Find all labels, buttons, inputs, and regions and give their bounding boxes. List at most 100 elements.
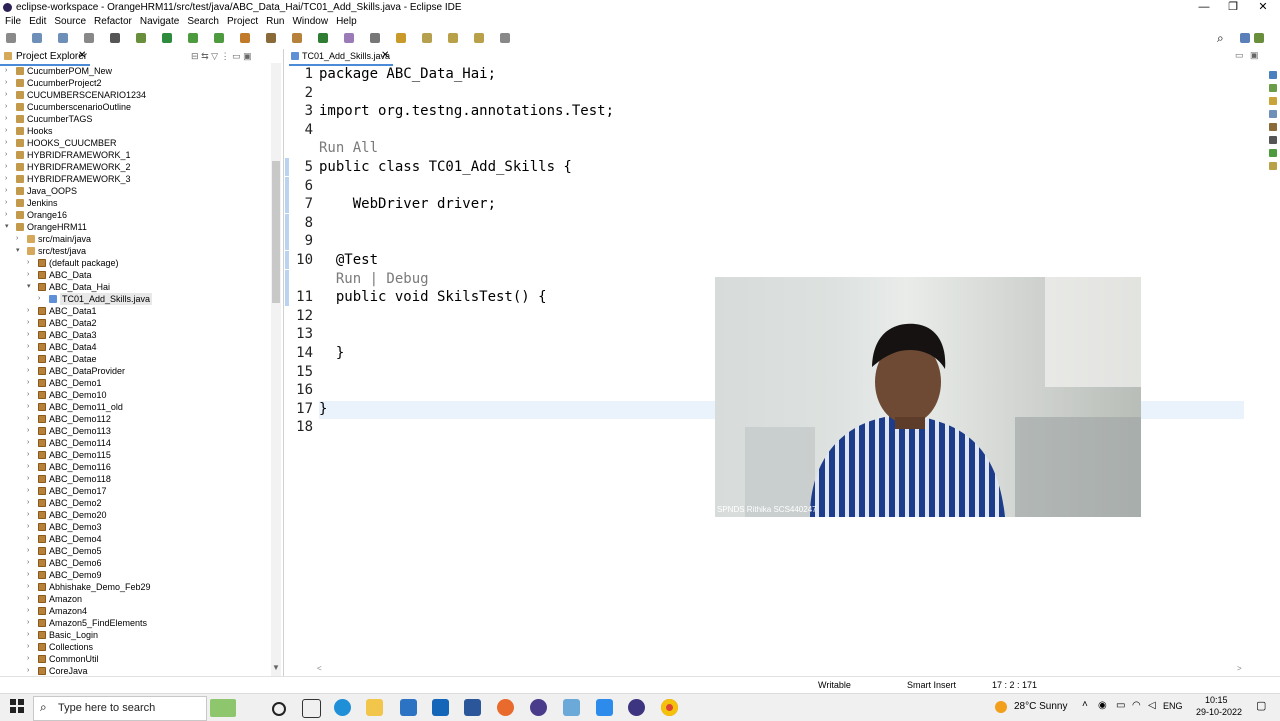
firefox-icon[interactable] [497,699,514,716]
tree-item[interactable]: › HYBRIDFRAMEWORK_3 [0,173,270,185]
forward-icon[interactable] [474,33,484,43]
new-package-icon[interactable] [292,33,302,43]
quick-access-search-icon[interactable]: ⌕ [1217,31,1224,46]
menu-source[interactable]: Source [54,15,86,29]
expand-arrow-icon[interactable]: › [38,293,45,305]
tree-item[interactable]: › ABC_Demo115 [0,449,270,461]
tree-item[interactable]: › ABC_Demo9 [0,569,270,581]
expand-arrow-icon[interactable]: › [5,113,12,125]
expand-arrow-icon[interactable]: › [27,617,34,629]
tree-item[interactable]: › ABC_Demo3 [0,521,270,533]
tree-item[interactable]: › Collections [0,641,270,653]
search-results-icon[interactable] [1269,162,1277,170]
menu-file[interactable]: File [5,15,21,29]
expand-arrow-icon[interactable]: › [5,209,12,221]
expand-arrow-icon[interactable]: › [27,389,34,401]
clock-date[interactable]: 29-10-2022 [1196,707,1242,717]
tree-item[interactable]: › Orange16 [0,209,270,221]
tree-item[interactable]: › ABC_Data2 [0,317,270,329]
tree-item[interactable]: › Amazon [0,593,270,605]
tray-chevron-icon[interactable]: ˄ [1082,699,1088,710]
cortana-icon[interactable] [272,702,286,716]
link-editor-icon[interactable]: ⇆ [201,51,209,61]
expand-arrow-icon[interactable]: › [27,641,34,653]
expand-arrow-icon[interactable]: › [5,125,12,137]
clock-time[interactable]: 10:15 [1205,695,1228,705]
expand-arrow-icon[interactable]: › [27,377,34,389]
expand-arrow-icon[interactable]: › [27,257,34,269]
external-tools-icon[interactable] [240,33,250,43]
expand-arrow-icon[interactable]: › [27,581,34,593]
tree-item[interactable]: ▾ ABC_Data_Hai [0,281,270,293]
tree-item[interactable]: › ABC_Data [0,269,270,281]
expand-arrow-icon[interactable]: › [27,569,34,581]
view-menu-icon[interactable]: ⋮ [221,51,230,61]
language-indicator[interactable]: ENG [1163,701,1183,711]
tree-item[interactable]: › ABC_Data3 [0,329,270,341]
weather-text[interactable]: 28°C Sunny [1014,701,1067,712]
expand-arrow-icon[interactable]: › [27,425,34,437]
menu-navigate[interactable]: Navigate [140,15,179,29]
menu-help[interactable]: Help [336,15,357,29]
terminal-icon[interactable] [110,33,120,43]
back-icon[interactable] [448,33,458,43]
edge-browser-icon[interactable] [334,699,351,716]
tree-item[interactable]: › HYBRIDFRAMEWORK_2 [0,161,270,173]
tree-item[interactable]: › ABC_DataProvider [0,365,270,377]
close-tab-icon[interactable]: ✕ [381,50,389,61]
expand-arrow-icon[interactable]: › [27,401,34,413]
expand-arrow-icon[interactable]: › [27,329,34,341]
scroll-left-icon[interactable]: < [317,664,322,673]
run-config-icon[interactable] [188,33,198,43]
expand-arrow-icon[interactable]: › [27,317,34,329]
expand-arrow-icon[interactable]: › [27,461,34,473]
expand-arrow-icon[interactable]: › [27,605,34,617]
notifications-icon[interactable]: ▢ [1256,699,1266,712]
tree-item[interactable]: › CUCUMBERSCENARIO1234 [0,89,270,101]
expand-arrow-icon[interactable]: › [27,473,34,485]
tree-item[interactable]: › CommonUtil [0,653,270,665]
expand-arrow-icon[interactable]: › [5,185,12,197]
collapse-all-icon[interactable]: ⊟ [191,51,199,61]
tree-item[interactable]: › ABC_Demo11_old [0,401,270,413]
taskbar-search-box[interactable]: ⌕ Type here to search [33,696,236,721]
scroll-down-icon[interactable]: ▼ [272,663,280,672]
expand-arrow-icon[interactable]: › [27,593,34,605]
perspective-java-icon[interactable] [1240,33,1250,43]
tree-item[interactable]: › ABC_Demo113 [0,425,270,437]
perspective-debug-icon[interactable] [1254,33,1264,43]
tree-item[interactable]: › CucumberscenarioOutline [0,101,270,113]
menu-project[interactable]: Project [227,15,258,29]
tree-item[interactable]: › ABC_Demo2 [0,497,270,509]
store-icon[interactable] [400,699,417,716]
eclipse-taskbar-icon[interactable] [530,699,547,716]
chrome-icon[interactable] [661,699,678,716]
tree-item[interactable]: ▾ src/test/java [0,245,270,257]
minimize-view-icon[interactable]: ▭ [232,51,241,61]
task-view-icon[interactable] [302,699,321,718]
tab-editor-file[interactable]: TC01_Add_Skills.java ✕ [289,49,393,66]
tree-item[interactable]: › ABC_Demo116 [0,461,270,473]
tab-project-explorer[interactable]: Project Explorer ✕ [0,49,90,66]
tree-item[interactable]: › HOOKS_CUUCMBER [0,137,270,149]
expand-arrow-icon[interactable]: › [27,413,34,425]
tree-item[interactable]: › TC01_Add_Skills.java [0,293,270,305]
tree-item[interactable]: › ABC_Demo118 [0,473,270,485]
expand-arrow-icon[interactable]: › [27,449,34,461]
toggle-mark-icon[interactable] [396,33,406,43]
collapse-arrow-icon[interactable]: ▾ [5,221,12,233]
tree-item[interactable]: › (default package) [0,257,270,269]
new-class-icon[interactable] [318,33,328,43]
tree-item[interactable]: › ABC_Data1 [0,305,270,317]
zoom-icon[interactable] [596,699,613,716]
tree-scrollbar[interactable] [271,63,281,676]
tree-item[interactable]: › Jenkins [0,197,270,209]
expand-arrow-icon[interactable]: › [5,173,12,185]
open-type-icon[interactable] [344,33,354,43]
notepad-icon[interactable] [563,699,580,716]
tree-item[interactable]: › Basic_Login [0,629,270,641]
expand-arrow-icon[interactable]: › [5,77,12,89]
expand-arrow-icon[interactable]: › [27,305,34,317]
maximize-view-icon[interactable]: ▣ [243,51,252,61]
expand-arrow-icon[interactable]: › [27,509,34,521]
